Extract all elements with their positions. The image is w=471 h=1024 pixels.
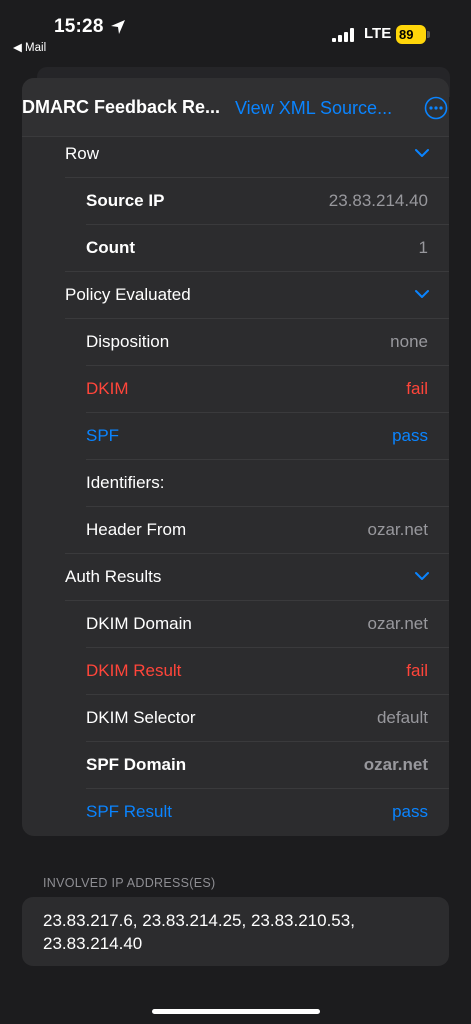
count-row: Count 1	[65, 225, 449, 272]
involved-ip-list: 23.83.217.6, 23.83.214.25, 23.83.210.53,…	[43, 911, 355, 953]
chevron-down-icon[interactable]	[415, 289, 429, 299]
policy-evaluated-header[interactable]: Policy Evaluated	[65, 272, 449, 319]
dkim-selector-row: DKIM Selector default	[86, 695, 449, 742]
home-indicator[interactable]	[152, 1009, 320, 1014]
spf-result-label: SPF Result	[86, 802, 172, 821]
row-section-header[interactable]: Row	[65, 131, 449, 178]
source-ip-label: Source IP	[86, 191, 165, 210]
network-type: LTE	[364, 25, 392, 42]
dkim-result-label: DKIM Result	[86, 661, 182, 680]
spf-result-row: SPF Result pass	[86, 789, 449, 836]
chevron-down-icon[interactable]	[415, 148, 429, 158]
dkim-result-value: fail	[406, 661, 428, 680]
auth-results-header[interactable]: Auth Results	[65, 554, 449, 601]
dkim-row: DKIM fail	[86, 366, 449, 413]
signal-icon	[332, 28, 354, 42]
spf-domain-label: SPF Domain	[86, 755, 187, 774]
status-time: 15:28	[54, 16, 104, 37]
header-from-label: Header From	[86, 520, 187, 539]
chevron-down-icon[interactable]	[415, 571, 429, 581]
dkim-domain-value: ozar.net	[367, 614, 429, 633]
report-title: DMARC Feedback Re...	[22, 97, 221, 117]
spf-value: pass	[392, 426, 428, 445]
battery-icon: 89	[396, 25, 426, 44]
dkim-selector-value: default	[376, 708, 428, 727]
disposition-row: Disposition none	[86, 319, 449, 366]
row-header-label: Row	[65, 144, 100, 163]
dkim-selector-label: DKIM Selector	[86, 708, 196, 727]
spf-result-value: pass	[392, 802, 428, 821]
more-icon[interactable]	[424, 96, 448, 120]
policy-evaluated-label: Policy Evaluated	[65, 285, 191, 304]
source-ip-value: 23.83.214.40	[328, 191, 428, 210]
battery-level: 89	[399, 27, 414, 42]
dkim-domain-label: DKIM Domain	[86, 614, 192, 633]
identifiers-label: Identifiers:	[86, 473, 165, 492]
involved-ip-box: 23.83.217.6, 23.83.214.25, 23.83.210.53,…	[22, 897, 449, 966]
count-label: Count	[86, 238, 136, 257]
auth-results-label: Auth Results	[65, 567, 162, 586]
disposition-value: none	[390, 332, 428, 351]
battery-tip	[427, 31, 430, 38]
dkim-value: fail	[406, 379, 428, 398]
count-value: 1	[418, 238, 428, 257]
header-from-row: Header From ozar.net	[65, 507, 449, 554]
status-bar: 15:28 ◀ Mail LTE 89	[0, 0, 471, 60]
report-card: DMARC Feedback Re... View XML Source... …	[22, 78, 449, 836]
back-to-mail-link[interactable]: ◀ Mail	[13, 40, 46, 54]
spf-domain-row: SPF Domain ozar.net	[86, 742, 449, 789]
source-ip-row: Source IP 23.83.214.40	[86, 178, 449, 225]
dkim-label: DKIM	[86, 379, 129, 398]
identifiers-row: Identifiers:	[86, 460, 449, 507]
spf-row: SPF pass	[86, 413, 449, 460]
view-xml-source-link[interactable]: View XML Source...	[235, 98, 392, 119]
header-from-value: ozar.net	[367, 520, 429, 539]
location-arrow-icon	[111, 20, 125, 34]
spf-domain-value: ozar.net	[363, 755, 428, 774]
involved-ip-header: INVOLVED IP ADDRESS(ES)	[43, 876, 216, 890]
navigation-bar: DMARC Feedback Re... View XML Source...	[22, 78, 449, 137]
spf-label: SPF	[86, 426, 120, 445]
disposition-label: Disposition	[86, 332, 170, 351]
dkim-domain-row: DKIM Domain ozar.net	[86, 601, 449, 648]
dkim-result-row: DKIM Result fail	[86, 648, 449, 695]
